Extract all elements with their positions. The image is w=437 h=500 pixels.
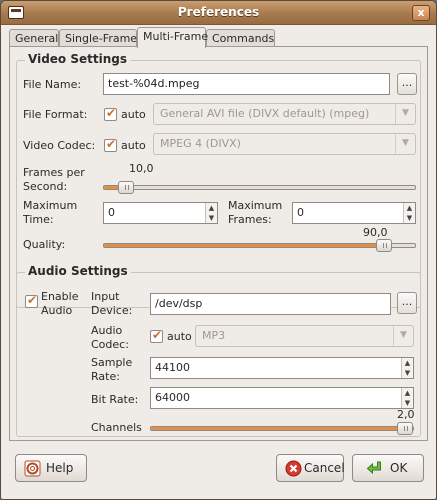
tab-multi-frame[interactable]: Multi-Frame <box>137 27 209 48</box>
help-button[interactable]: Help <box>15 454 87 482</box>
input-device-label-line1: Input <box>91 290 120 303</box>
enter-arrow-icon <box>366 461 381 475</box>
max-frames-value: 0 <box>297 206 304 219</box>
chevron-down-icon: ▼ <box>393 326 413 346</box>
tab-commands-label: Commands <box>212 32 275 45</box>
file-name-input[interactable]: test-%04d.mpeg <box>103 73 390 95</box>
sample-rate-value: 44100 <box>155 361 190 374</box>
window-title: Preferences <box>177 5 260 19</box>
audio-codec-auto-label: auto <box>167 330 192 343</box>
audio-settings-frame: Audio Settings Enable Audio Input Device… <box>16 264 421 437</box>
video-codec-auto-checkbox[interactable] <box>104 137 117 152</box>
increment-icon[interactable]: ▲ <box>404 203 415 213</box>
audio-settings-title: Audio Settings <box>25 264 131 278</box>
sample-rate-spinbutton[interactable]: 44100 ▲ ▼ <box>150 357 414 379</box>
max-frames-stepper: ▲ ▼ <box>403 203 415 223</box>
chevron-down-icon: ▼ <box>395 134 415 154</box>
cancel-icon <box>285 460 302 477</box>
decrement-icon[interactable]: ▼ <box>206 213 217 223</box>
decrement-icon[interactable]: ▼ <box>402 398 413 408</box>
file-name-browse-button[interactable]: ... <box>397 73 417 95</box>
fps-slider-thumb[interactable] <box>117 181 134 194</box>
video-codec-label: Video Codec: <box>23 139 96 152</box>
file-format-auto-checkbox[interactable] <box>104 106 117 121</box>
audio-codec-label-line2: Codec: <box>91 338 129 351</box>
channels-label: Channels <box>91 421 142 434</box>
tab-content: Video Settings File Name: test-%04d.mpeg… <box>9 46 428 441</box>
close-button[interactable]: x <box>412 5 430 21</box>
audio-codec-label-line1: Audio <box>91 324 123 337</box>
chevron-down-icon: ▼ <box>395 104 415 124</box>
bit-rate-stepper: ▲ ▼ <box>401 388 413 408</box>
video-codec-select[interactable]: MPEG 4 (DIVX) ▼ <box>153 133 416 155</box>
audio-codec-select-value: MP3 <box>202 329 226 342</box>
max-time-spinbutton[interactable]: 0 ▲ ▼ <box>103 202 218 224</box>
tab-single-frame[interactable]: Single-Frame <box>59 29 137 47</box>
enable-audio-label-line1: Enable <box>41 290 79 303</box>
decrement-icon[interactable]: ▼ <box>402 368 413 378</box>
fps-label-line1: Frames per <box>23 166 85 179</box>
quality-slider-fill <box>104 244 384 247</box>
cancel-button-label: Cancel <box>304 461 345 475</box>
file-format-select-value: General AVI file (DIVX default) (mpeg) <box>160 107 370 120</box>
video-settings-title: Video Settings <box>25 52 130 66</box>
ok-button-label: OK <box>390 461 408 475</box>
enable-audio-label-line2: Audio <box>41 304 73 317</box>
increment-icon[interactable]: ▲ <box>206 203 217 213</box>
max-time-stepper: ▲ ▼ <box>205 203 217 223</box>
channels-slider[interactable] <box>150 422 414 435</box>
video-codec-select-value: MPEG 4 (DIVX) <box>160 137 241 150</box>
audio-codec-auto-checkbox[interactable] <box>150 328 163 343</box>
max-frames-spinbutton[interactable]: 0 ▲ ▼ <box>292 202 416 224</box>
bit-rate-value: 64000 <box>155 391 190 404</box>
tab-single-frame-label: Single-Frame <box>65 32 138 45</box>
file-format-label: File Format: <box>23 108 88 121</box>
max-time-label-line2: Time: <box>23 213 54 226</box>
help-button-label: Help <box>46 461 74 475</box>
quality-label: Quality: <box>23 238 66 251</box>
enable-audio-checkbox[interactable] <box>25 293 38 308</box>
cancel-button[interactable]: Cancel <box>276 454 345 482</box>
sample-rate-label-line2: Rate: <box>91 370 120 383</box>
help-icon <box>24 460 41 477</box>
audio-codec-select[interactable]: MP3 ▼ <box>195 325 414 347</box>
input-device-browse-button[interactable]: ... <box>397 292 417 314</box>
video-codec-auto-label: auto <box>121 139 146 152</box>
input-device-input[interactable]: /dev/dsp <box>150 293 391 315</box>
increment-icon[interactable]: ▲ <box>402 388 413 398</box>
input-device-label-line2: Device: <box>91 304 133 317</box>
fps-slider[interactable] <box>103 181 416 194</box>
tab-multi-frame-label: Multi-Frame <box>143 30 209 43</box>
file-name-label: File Name: <box>23 78 82 91</box>
ok-button[interactable]: OK <box>352 454 424 482</box>
quality-value: 90,0 <box>363 226 388 239</box>
tab-commands[interactable]: Commands <box>206 29 275 47</box>
channels-slider-fill <box>151 427 405 430</box>
bit-rate-spinbutton[interactable]: 64000 ▲ ▼ <box>150 387 414 409</box>
preferences-window: Preferences x General Single-Frame Multi… <box>0 0 437 500</box>
max-frames-label-line2: Frames: <box>228 213 272 226</box>
title-bar: Preferences x <box>1 1 436 25</box>
decrement-icon[interactable]: ▼ <box>404 213 415 223</box>
file-format-select[interactable]: General AVI file (DIVX default) (mpeg) ▼ <box>153 103 416 125</box>
sample-rate-stepper: ▲ ▼ <box>401 358 413 378</box>
tab-general-label: General <box>15 32 59 45</box>
quality-slider-thumb[interactable] <box>375 239 392 252</box>
fps-label-line2: Second: <box>23 180 68 193</box>
file-format-auto-label: auto <box>121 108 146 121</box>
fps-value: 10,0 <box>129 162 154 175</box>
quality-slider[interactable] <box>103 239 416 252</box>
sample-rate-label-line1: Sample <box>91 356 133 369</box>
tab-general[interactable]: General <box>9 29 59 47</box>
bit-rate-label: Bit Rate: <box>91 393 139 406</box>
channels-value: 2,0 <box>397 408 415 421</box>
max-frames-label-line1: Maximum <box>228 199 283 212</box>
max-time-label-line1: Maximum <box>23 199 78 212</box>
max-time-value: 0 <box>108 206 115 219</box>
increment-icon[interactable]: ▲ <box>402 358 413 368</box>
channels-slider-thumb[interactable] <box>397 422 413 435</box>
